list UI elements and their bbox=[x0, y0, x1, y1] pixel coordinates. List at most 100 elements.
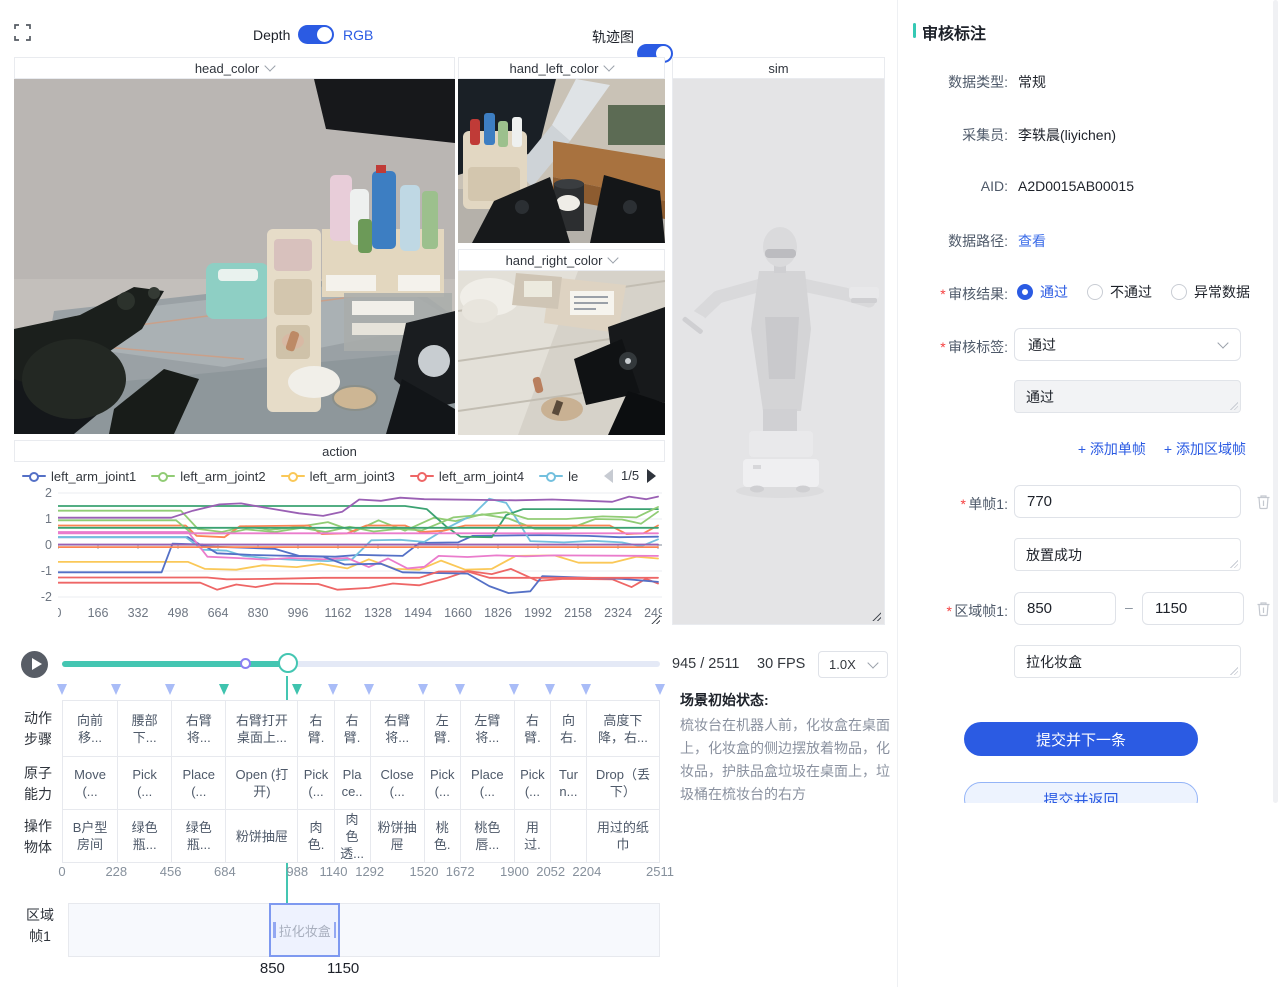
panel-scrollbar[interactable] bbox=[1273, 0, 1278, 803]
timeline-marker-icon[interactable] bbox=[418, 684, 428, 695]
table-cell[interactable]: 向前移... bbox=[63, 701, 117, 756]
speed-select[interactable]: 1.0X bbox=[818, 651, 888, 678]
slider-handle[interactable] bbox=[278, 653, 298, 673]
depth-rgb-toggle[interactable] bbox=[298, 25, 334, 44]
table-cell[interactable]: 用过的纸巾 bbox=[586, 810, 659, 862]
region-note-textarea[interactable]: 拉化妆盒 bbox=[1014, 645, 1241, 678]
result-radio-通过[interactable]: 通过 bbox=[1017, 282, 1068, 302]
tag-select[interactable]: 通过 bbox=[1014, 328, 1241, 361]
legend-prev-icon[interactable] bbox=[604, 469, 613, 483]
timeline-marker-icon[interactable] bbox=[545, 684, 555, 695]
table-cell[interactable]: 右臂. bbox=[297, 701, 333, 756]
table-cell[interactable]: Pick (... bbox=[297, 757, 333, 809]
table-cell[interactable]: Place.. bbox=[334, 757, 370, 809]
hand-right-camera-header[interactable]: hand_right_color bbox=[458, 249, 665, 271]
table-cell[interactable] bbox=[550, 810, 586, 862]
timeline-marker-icon[interactable] bbox=[655, 684, 665, 695]
add-links: + 添加单帧 + 添加区域帧 bbox=[1014, 439, 1246, 459]
timeline-marker-icon[interactable] bbox=[111, 684, 121, 695]
head-camera-header[interactable]: head_color bbox=[14, 57, 455, 79]
table-cell[interactable]: Open (打开) bbox=[225, 757, 297, 809]
region-segment[interactable]: 拉化妆盒 bbox=[269, 903, 340, 957]
table-row-ability: Move (...Pick (...Place (...Open (打开)Pic… bbox=[62, 757, 660, 810]
table-cell[interactable]: 右臂将... bbox=[370, 701, 424, 756]
table-cell[interactable]: 右臂打开桌面上... bbox=[225, 701, 297, 756]
table-cell[interactable]: 绿色瓶... bbox=[117, 810, 171, 862]
timeline-marker-icon[interactable] bbox=[364, 684, 374, 695]
table-cell[interactable]: 右臂. bbox=[334, 701, 370, 756]
table-cell[interactable]: Drop（丢下） bbox=[586, 757, 659, 809]
region-track[interactable]: 拉化妆盒 bbox=[68, 903, 660, 957]
table-cell[interactable]: 粉饼抽屉 bbox=[370, 810, 424, 862]
table-cell[interactable]: B户型房间 bbox=[63, 810, 117, 862]
table-cell[interactable]: 粉饼抽屉 bbox=[225, 810, 297, 862]
table-cell[interactable]: 高度下降，右... bbox=[586, 701, 659, 756]
legend-next-icon[interactable] bbox=[647, 469, 656, 483]
single-frame-dot[interactable] bbox=[240, 658, 251, 669]
x-tick-label: 332 bbox=[128, 606, 149, 620]
x-tick-label: 996 bbox=[288, 606, 309, 620]
result-radio-不通过[interactable]: 不通过 bbox=[1087, 282, 1152, 302]
region-start-input[interactable]: 850 bbox=[1014, 592, 1116, 625]
resize-corner-icon[interactable] bbox=[650, 614, 660, 624]
single-frame-input[interactable]: 770 bbox=[1014, 485, 1241, 518]
resize-corner-icon[interactable] bbox=[871, 611, 881, 621]
hand-left-camera-header[interactable]: hand_left_color bbox=[458, 57, 665, 79]
table-cell[interactable]: Pick (... bbox=[117, 757, 171, 809]
table-cell[interactable]: Pick (... bbox=[514, 757, 550, 809]
add-region-frame-button[interactable]: + 添加区域帧 bbox=[1164, 439, 1246, 459]
drag-handle-left[interactable] bbox=[273, 922, 276, 938]
tag-note-textarea[interactable]: 通过 bbox=[1014, 380, 1241, 413]
timeline-marker-icon[interactable] bbox=[292, 684, 302, 695]
timeline-marker-icon[interactable] bbox=[581, 684, 591, 695]
add-single-frame-button[interactable]: + 添加单帧 bbox=[1078, 439, 1146, 459]
legend-item[interactable]: left_arm_joint3 bbox=[281, 469, 395, 484]
data-path-link[interactable]: 查看 bbox=[1018, 231, 1046, 251]
table-cell[interactable]: 左臂. bbox=[424, 701, 460, 756]
timeline-marker-icon[interactable] bbox=[455, 684, 465, 695]
region-end-input[interactable]: 1150 bbox=[1142, 592, 1244, 625]
table-cell[interactable]: Place (... bbox=[171, 757, 225, 809]
table-cell[interactable]: 肉色透... bbox=[334, 810, 370, 862]
table-cell[interactable]: 绿色瓶... bbox=[171, 810, 225, 862]
table-cell[interactable]: 桃色. bbox=[424, 810, 460, 862]
submit-next-button[interactable]: 提交并下一条 bbox=[964, 722, 1198, 756]
play-button[interactable] bbox=[21, 651, 48, 678]
table-cell[interactable]: Pick (... bbox=[424, 757, 460, 809]
drag-handle-right[interactable] bbox=[334, 922, 337, 938]
legend-item[interactable]: left_arm_joint4 bbox=[410, 469, 524, 484]
legend-marker-icon bbox=[281, 475, 305, 477]
table-cell[interactable]: 桃色唇... bbox=[460, 810, 514, 862]
table-cell[interactable]: 右臂. bbox=[514, 701, 550, 756]
radio-label: 通过 bbox=[1040, 282, 1068, 302]
timeline-marker-icon[interactable] bbox=[165, 684, 175, 695]
fullscreen-icon[interactable] bbox=[14, 24, 31, 41]
timeline-marker-icon[interactable] bbox=[509, 684, 519, 695]
timeline-marker-icon[interactable] bbox=[57, 684, 67, 695]
table-cell[interactable]: 左臂将... bbox=[460, 701, 514, 756]
legend-item[interactable]: le bbox=[539, 469, 578, 484]
trash-icon[interactable] bbox=[1255, 493, 1272, 510]
x-tick-label: 1162 bbox=[325, 606, 352, 620]
trash-icon[interactable] bbox=[1255, 600, 1272, 617]
timeline-marker-icon[interactable] bbox=[328, 684, 338, 695]
legend-item[interactable]: left_arm_joint2 bbox=[151, 469, 265, 484]
single-frame-note-textarea[interactable]: 放置成功 bbox=[1014, 538, 1241, 571]
legend-item[interactable]: left_arm_joint1 bbox=[22, 469, 136, 484]
submit-back-button[interactable]: 提交并返回 bbox=[964, 782, 1198, 803]
table-cell[interactable]: 肉色. bbox=[297, 810, 333, 862]
table-cell[interactable]: Move (... bbox=[63, 757, 117, 809]
table-cell[interactable]: 用过. bbox=[514, 810, 550, 862]
table-cell[interactable]: 向右. bbox=[550, 701, 586, 756]
timeline-marker-icon[interactable] bbox=[219, 684, 229, 695]
head-camera-image bbox=[14, 79, 455, 434]
table-cell[interactable]: Place (... bbox=[460, 757, 514, 809]
result-radio-异常数据[interactable]: 异常数据 bbox=[1171, 282, 1250, 302]
action-chart-plot[interactable] bbox=[58, 488, 662, 604]
chevron-down-icon bbox=[1217, 337, 1228, 348]
playback-slider[interactable] bbox=[62, 661, 660, 667]
table-cell[interactable]: 右臂将... bbox=[171, 701, 225, 756]
table-cell[interactable]: Turn... bbox=[550, 757, 586, 809]
table-cell[interactable]: Close (... bbox=[370, 757, 424, 809]
table-cell[interactable]: 腰部下... bbox=[117, 701, 171, 756]
